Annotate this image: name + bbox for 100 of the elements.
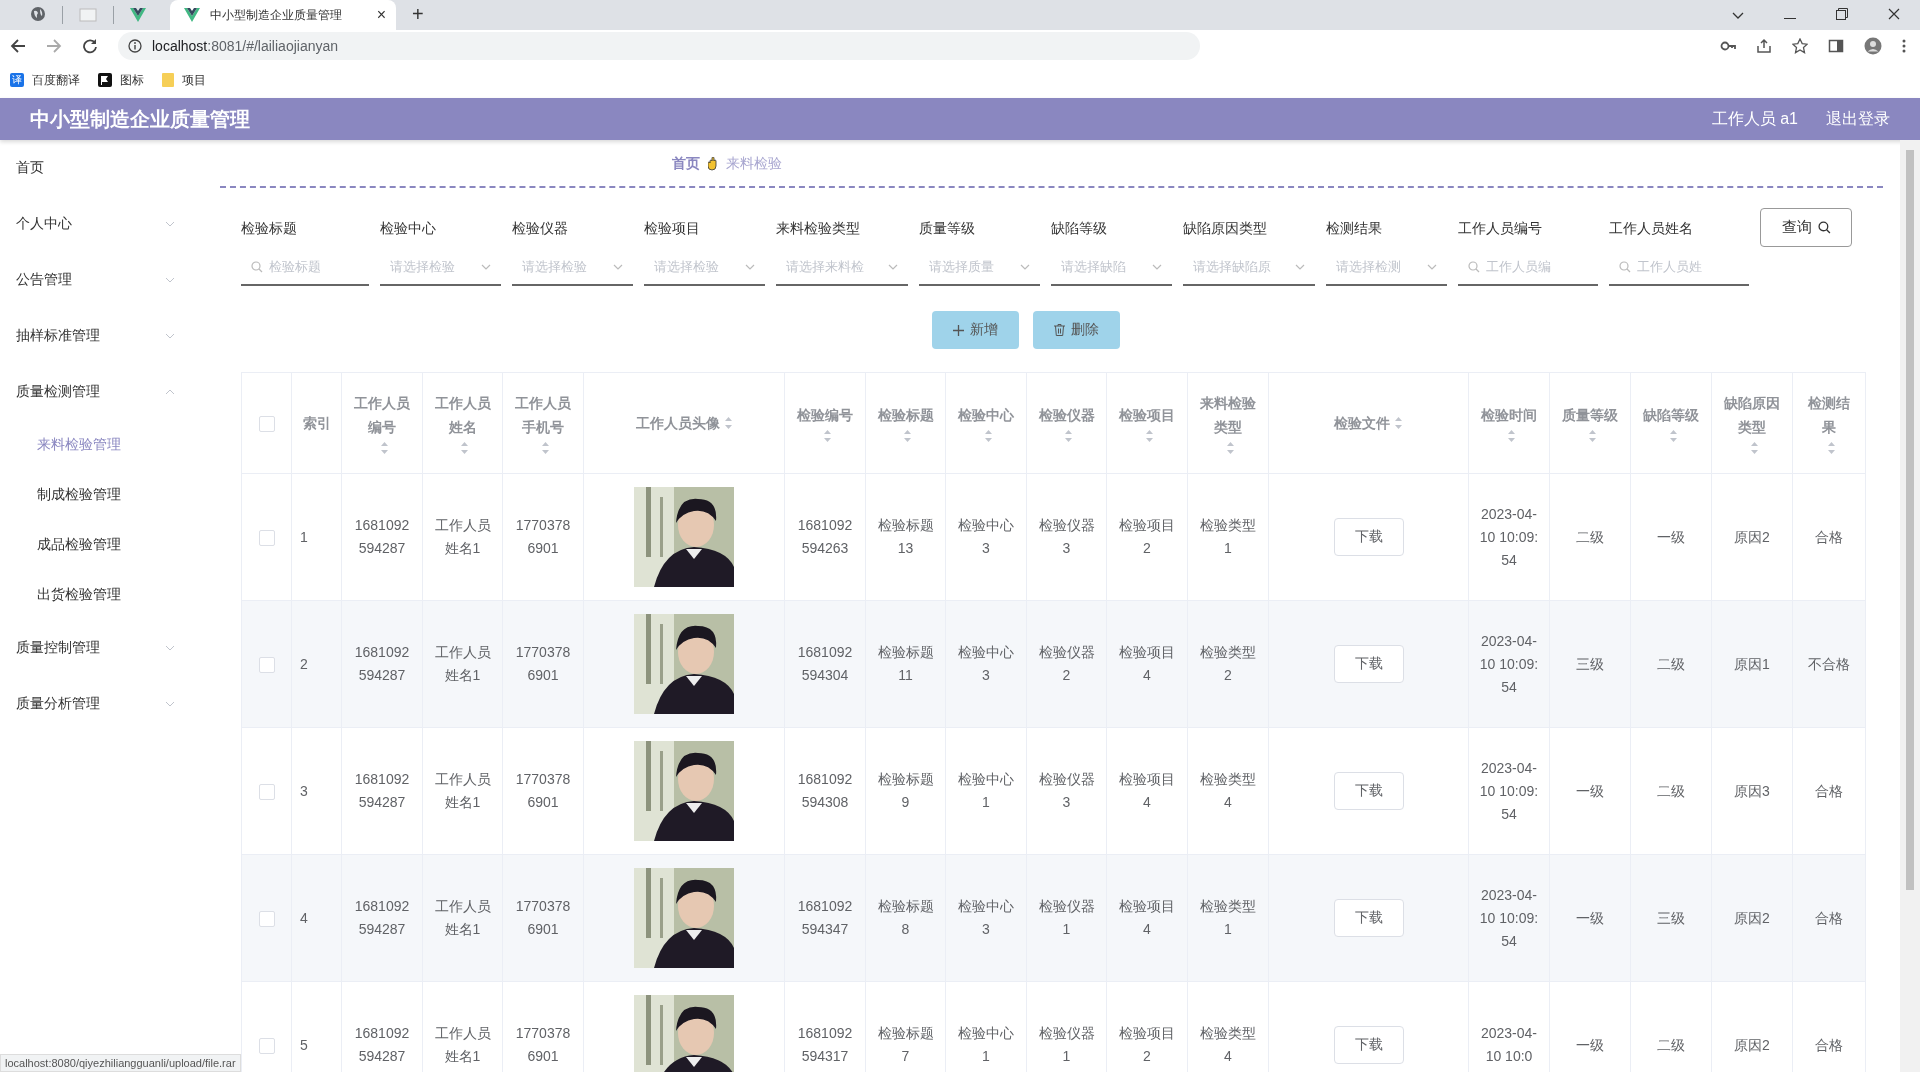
share-icon[interactable] bbox=[1756, 38, 1772, 54]
table-cell: 检验标题9 bbox=[877, 771, 934, 810]
download-button[interactable]: 下载 bbox=[1333, 1026, 1404, 1064]
delete-button[interactable]: 删除 bbox=[1033, 311, 1120, 349]
sidebar-item[interactable]: 抽样标准管理 bbox=[0, 308, 208, 364]
download-button[interactable]: 下载 bbox=[1333, 645, 1404, 683]
query-button[interactable]: 查询 bbox=[1760, 208, 1852, 247]
restore-icon[interactable] bbox=[1836, 8, 1848, 20]
sort-icon[interactable] bbox=[1506, 429, 1516, 444]
table-cell: 一级 bbox=[1657, 528, 1685, 545]
table-cell: 1681092594308 bbox=[797, 771, 853, 810]
row-checkbox[interactable] bbox=[258, 1037, 275, 1054]
status-url: localhost:8080/qiyezhiliangguanli/upload/file.rar bbox=[0, 1054, 241, 1072]
close-tab-button[interactable]: × bbox=[376, 6, 386, 24]
column-header: 检验仪器 bbox=[1038, 405, 1095, 425]
sidebar-subitem[interactable]: 成品检验管理 bbox=[0, 520, 208, 570]
table-cell: 二级 bbox=[1657, 1036, 1685, 1053]
vue-logo-icon[interactable] bbox=[130, 8, 146, 22]
sidebar-item[interactable]: 质量分析管理 bbox=[0, 676, 208, 732]
column-header: 工作人员编号 bbox=[353, 393, 411, 437]
select-all-checkbox[interactable] bbox=[258, 415, 275, 432]
row-checkbox[interactable] bbox=[258, 783, 275, 800]
download-button[interactable]: 下载 bbox=[1333, 772, 1404, 810]
table-cell: 检验标题7 bbox=[877, 1025, 934, 1064]
sort-icon[interactable] bbox=[1668, 429, 1678, 444]
table-cell: 1681092594287 bbox=[354, 898, 410, 937]
row-checkbox[interactable] bbox=[258, 529, 275, 546]
reload-icon[interactable] bbox=[82, 38, 98, 54]
sort-icon[interactable] bbox=[460, 441, 469, 456]
sort-icon[interactable] bbox=[379, 441, 389, 456]
trash-icon bbox=[1054, 324, 1065, 336]
table-cell: 1681092594317 bbox=[797, 1025, 853, 1064]
minimize-icon[interactable] bbox=[1784, 18, 1796, 20]
tab-title: 中小型制造企业质量管理 bbox=[210, 6, 343, 24]
chevron-down-icon bbox=[1152, 264, 1162, 270]
table-cell: 二级 bbox=[1657, 782, 1685, 799]
flag-icon bbox=[98, 73, 112, 87]
scrollbar-thumb[interactable] bbox=[1906, 150, 1914, 890]
globe-icon[interactable] bbox=[30, 6, 46, 22]
filter-label: 缺陷等级 bbox=[1051, 219, 1108, 238]
new-tab-button[interactable]: + bbox=[412, 3, 424, 26]
close-icon[interactable] bbox=[1888, 8, 1900, 20]
sort-icon[interactable] bbox=[1394, 416, 1403, 430]
table-cell: 合格 bbox=[1815, 782, 1843, 799]
sort-icon[interactable] bbox=[1749, 441, 1759, 456]
column-header: 检验编号 bbox=[797, 405, 853, 425]
sort-icon[interactable] bbox=[983, 429, 993, 444]
column-header: 缺陷等级 bbox=[1643, 405, 1699, 425]
download-button[interactable]: 下载 bbox=[1333, 899, 1404, 937]
sidebar-subitem[interactable]: 制成检验管理 bbox=[0, 470, 208, 520]
table-cell: 1681092594263 bbox=[797, 517, 853, 556]
breadcrumb-home[interactable]: 首页 bbox=[672, 155, 700, 173]
table-cell: 检验类型4 bbox=[1200, 771, 1256, 810]
filter-label: 来料检验类型 bbox=[776, 219, 861, 238]
sidebar-item[interactable]: 公告管理 bbox=[0, 252, 208, 308]
forward-arrow-icon[interactable] bbox=[46, 38, 62, 54]
url-text: localhost:8081/#/lailiaojianyan bbox=[152, 38, 339, 54]
column-header: 缺陷原因类型 bbox=[1723, 393, 1781, 437]
side-panel-icon[interactable] bbox=[1828, 38, 1844, 54]
back-arrow-icon[interactable] bbox=[10, 38, 26, 54]
sort-icon[interactable] bbox=[1225, 441, 1235, 456]
sort-icon[interactable] bbox=[1587, 429, 1597, 444]
table-cell: 原因2 bbox=[1734, 528, 1770, 545]
sidebar-subitem[interactable]: 来料检验管理 bbox=[0, 420, 208, 470]
download-button[interactable]: 下载 bbox=[1333, 518, 1404, 556]
add-button[interactable]: 新增 bbox=[932, 311, 1019, 349]
row-checkbox[interactable] bbox=[258, 656, 275, 673]
table-cell: 检验项目2 bbox=[1119, 517, 1175, 556]
user-name[interactable]: 工作人员 a1 bbox=[1711, 108, 1798, 130]
sort-icon[interactable] bbox=[723, 416, 733, 430]
star-icon[interactable] bbox=[1792, 38, 1808, 54]
sort-icon[interactable] bbox=[1826, 441, 1836, 456]
sort-icon[interactable] bbox=[903, 429, 912, 444]
sidebar-item[interactable]: 质量控制管理 bbox=[0, 620, 208, 676]
bookmark[interactable]: 图标 bbox=[98, 71, 144, 89]
row-checkbox[interactable] bbox=[258, 910, 275, 927]
sort-icon[interactable] bbox=[1064, 429, 1073, 444]
sort-icon[interactable] bbox=[822, 429, 832, 444]
chevron-down-icon[interactable] bbox=[1732, 12, 1744, 20]
page-icon[interactable] bbox=[79, 8, 97, 22]
bookmark[interactable]: 项目 bbox=[162, 71, 206, 89]
vue-logo-icon bbox=[184, 8, 200, 22]
sidebar-subitem[interactable]: 出货检验管理 bbox=[0, 570, 208, 620]
chevron-down-icon bbox=[613, 264, 623, 270]
bookmark[interactable]: 译 百度翻译 bbox=[10, 71, 80, 89]
sort-icon[interactable] bbox=[1144, 429, 1154, 444]
address-bar[interactable]: localhost:8081/#/lailiaojianyan bbox=[118, 32, 1200, 60]
menu-icon[interactable] bbox=[1902, 39, 1906, 53]
logout-link[interactable]: 退出登录 bbox=[1826, 108, 1890, 130]
browser-tab[interactable]: 中小型制造企业质量管理 × bbox=[170, 0, 396, 30]
table-cell: 二级 bbox=[1657, 655, 1685, 672]
table-cell: 合格 bbox=[1815, 909, 1843, 926]
column-header: 工作人员姓名 bbox=[433, 393, 492, 437]
sidebar-item[interactable]: 个人中心 bbox=[0, 196, 208, 252]
sort-icon[interactable] bbox=[540, 441, 550, 456]
sidebar-item[interactable]: 质量检测管理 bbox=[0, 364, 208, 420]
table-cell: 2023-04-10 10:09:54 bbox=[1479, 759, 1539, 822]
sidebar-item[interactable]: 首页 bbox=[0, 140, 208, 196]
profile-icon[interactable] bbox=[1864, 37, 1882, 55]
table-cell: 三级 bbox=[1576, 655, 1604, 672]
